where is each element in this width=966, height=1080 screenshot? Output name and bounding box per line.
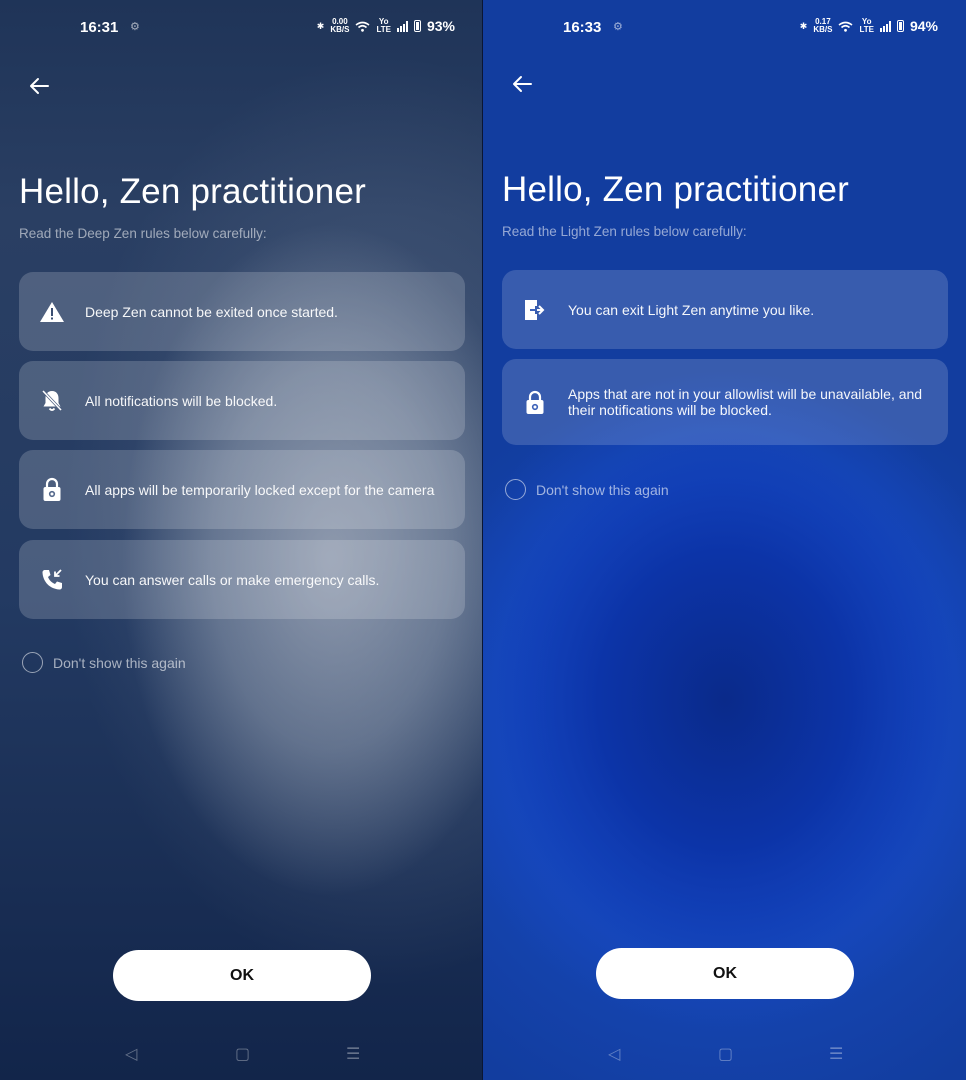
status-time: 16:31 — [80, 19, 119, 36]
nav-recents-icon[interactable]: ☰ — [346, 1044, 360, 1064]
status-time: 16:33 — [563, 19, 602, 36]
deep-zen-screen: 16:31 ⚙ ✱ 0.00 KB/S Yo LTE 93% Hello, Zen … — [0, 0, 483, 1080]
dont-show-again-checkbox[interactable]: Don't show this again — [22, 652, 186, 673]
lock-icon — [526, 390, 544, 414]
ok-button[interactable]: OK — [113, 950, 371, 1001]
page-subtitle: Read the Deep Zen rules below carefully: — [19, 226, 267, 241]
checkbox-circle[interactable] — [505, 479, 526, 500]
rule-text: All apps will be temporarily locked exce… — [85, 481, 435, 498]
rule-text: You can answer calls or make emergency c… — [85, 571, 380, 588]
lock-icon — [43, 477, 61, 501]
rule-text: You can exit Light Zen anytime you like. — [568, 301, 815, 318]
network-speed: 0.00 KB/S — [330, 17, 350, 34]
battery-icon — [896, 20, 904, 32]
rule-text: All notifications will be blocked. — [85, 392, 278, 409]
rule-card: All apps will be temporarily locked exce… — [19, 450, 465, 529]
status-icons: ✱ 0.00 KB/S Yo LTE 93% — [316, 17, 455, 35]
warning-icon — [40, 301, 64, 322]
status-bar: 16:33 ⚙ ✱ 0.17 KB/S Yo LTE 94% — [483, 18, 966, 38]
back-arrow-icon[interactable] — [26, 72, 54, 100]
rule-card: Apps that are not in your allowlist will… — [502, 359, 948, 445]
navigation-bar: ◁ ▢ ☰ — [0, 1044, 483, 1068]
volte-indicator: Yo LTE — [376, 17, 391, 34]
rule-card: All notifications will be blocked. — [19, 361, 465, 440]
status-bar: 16:31 ⚙ ✱ 0.00 KB/S Yo LTE 93% — [0, 18, 483, 38]
nav-recents-icon[interactable]: ☰ — [829, 1044, 843, 1064]
rule-text: Apps that are not in your allowlist will… — [568, 386, 923, 418]
page-title: Hello, Zen practitioner — [19, 172, 366, 211]
page-subtitle: Read the Light Zen rules below carefully… — [502, 224, 747, 239]
rule-card: You can exit Light Zen anytime you like. — [502, 270, 948, 349]
nav-home-icon[interactable]: ▢ — [718, 1044, 733, 1064]
signal-icon — [879, 20, 891, 32]
bluetooth-icon: ✱ — [316, 20, 325, 31]
wifi-icon — [355, 21, 370, 32]
nav-back-icon[interactable]: ◁ — [125, 1044, 137, 1064]
checkbox-circle[interactable] — [22, 652, 43, 673]
wifi-icon — [838, 21, 853, 32]
checkbox-label: Don't show this again — [53, 654, 186, 671]
signal-icon — [396, 20, 408, 32]
light-zen-screen: 16:33 ⚙ ✱ 0.17 KB/S Yo LTE 94% Hello, Zen … — [483, 0, 966, 1080]
nav-home-icon[interactable]: ▢ — [235, 1044, 250, 1064]
bluetooth-icon: ✱ — [799, 20, 808, 31]
ok-button[interactable]: OK — [596, 948, 854, 999]
battery-percent: 93% — [426, 18, 455, 34]
rule-text: Deep Zen cannot be exited once started. — [85, 303, 338, 320]
exit-icon — [525, 299, 545, 320]
settings-gear-icon: ⚙ — [613, 21, 623, 33]
battery-icon — [413, 20, 421, 32]
rule-card: You can answer calls or make emergency c… — [19, 540, 465, 619]
back-arrow-icon[interactable] — [509, 70, 537, 98]
phone-call-icon — [42, 568, 62, 589]
battery-percent: 94% — [909, 18, 938, 34]
rule-card: Deep Zen cannot be exited once started. — [19, 272, 465, 351]
navigation-bar: ◁ ▢ ☰ — [483, 1044, 966, 1068]
notifications-off-icon — [41, 389, 63, 411]
nav-back-icon[interactable]: ◁ — [608, 1044, 620, 1064]
volte-indicator: Yo LTE — [859, 17, 874, 34]
network-speed: 0.17 KB/S — [813, 17, 833, 34]
settings-gear-icon: ⚙ — [130, 21, 140, 33]
page-title: Hello, Zen practitioner — [502, 170, 849, 209]
status-icons: ✱ 0.17 KB/S Yo LTE 94% — [799, 17, 938, 35]
dont-show-again-checkbox[interactable]: Don't show this again — [505, 479, 669, 500]
checkbox-label: Don't show this again — [536, 481, 669, 498]
